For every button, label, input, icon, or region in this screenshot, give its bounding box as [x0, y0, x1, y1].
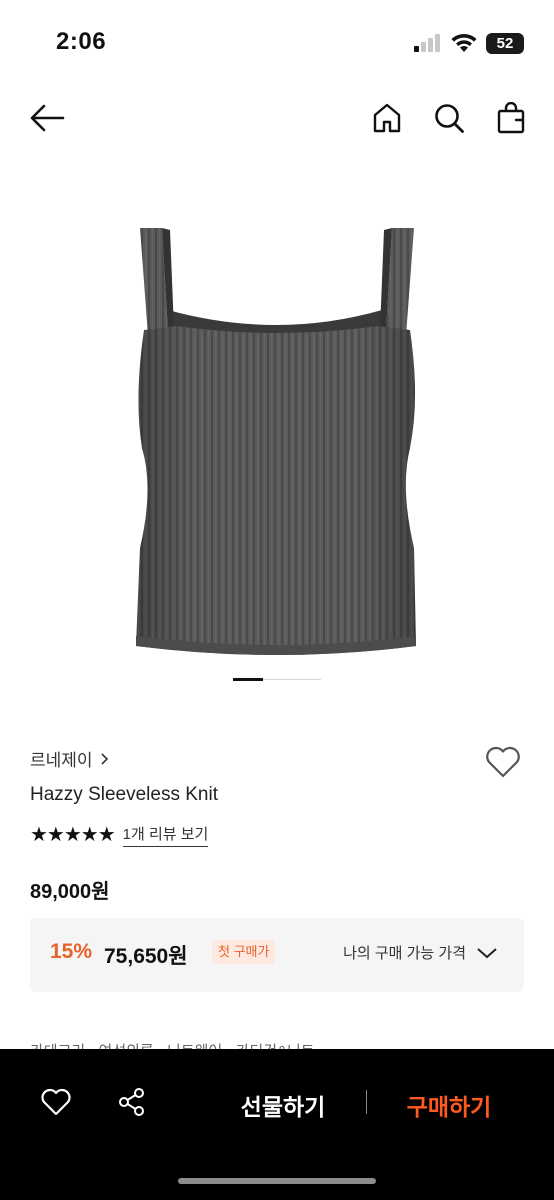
arrow-left-icon: [30, 104, 65, 132]
bottom-wishlist-button[interactable]: [34, 1080, 78, 1124]
shopping-bag-icon: [497, 102, 525, 134]
brand-name: 르네제이: [30, 751, 93, 770]
heart-outline-icon: [486, 746, 520, 778]
chevron-right-icon: [100, 752, 108, 765]
brand-link[interactable]: 르네제이: [30, 746, 109, 771]
wifi-icon: [450, 32, 478, 54]
first-purchase-badge: 첫 구매가: [212, 940, 276, 964]
original-price: 89,000원: [30, 881, 110, 903]
back-button[interactable]: [27, 98, 67, 138]
product-title: Hazzy Sleeveless Knit: [30, 784, 218, 805]
home-indicator[interactable]: [178, 1178, 376, 1184]
discount-panel: 15% 75,650원 첫 구매가 나의 구매 가능 가격: [30, 918, 524, 992]
carousel-indicator-track: [263, 679, 321, 680]
wishlist-button[interactable]: [484, 744, 522, 785]
buy-button[interactable]: 구매하기: [386, 1085, 512, 1125]
rating-stars: ★★★★★: [30, 824, 116, 846]
product-image[interactable]: [120, 218, 434, 664]
discount-price: 75,650원: [104, 945, 188, 968]
heart-outline-icon: [41, 1088, 71, 1116]
chevron-down-icon: [477, 947, 497, 958]
share-button[interactable]: [110, 1080, 154, 1124]
search-icon: [435, 104, 464, 133]
home-icon: [373, 103, 401, 133]
rating-row: ★★★★★ 1개 리뷰 보기: [30, 822, 209, 847]
cart-button[interactable]: [491, 98, 531, 138]
gift-button[interactable]: 선물하기: [220, 1085, 346, 1125]
my-price-label: 나의 구매 가능 가격: [343, 945, 466, 962]
home-button[interactable]: [367, 98, 407, 138]
search-button[interactable]: [429, 98, 469, 138]
button-divider: [366, 1090, 367, 1114]
bottom-action-bar: 선물하기 구매하기: [0, 1049, 554, 1200]
carousel-indicator-active: [233, 678, 263, 681]
share-icon: [119, 1088, 144, 1116]
my-price-toggle[interactable]: 나의 구매 가능 가격: [343, 942, 498, 963]
status-time: 2:06: [56, 28, 107, 55]
battery-indicator: 52: [486, 33, 524, 54]
discount-percent: 15%: [50, 940, 93, 963]
review-link[interactable]: 1개 리뷰 보기: [122, 823, 209, 847]
cellular-signal-icon: [414, 34, 442, 52]
